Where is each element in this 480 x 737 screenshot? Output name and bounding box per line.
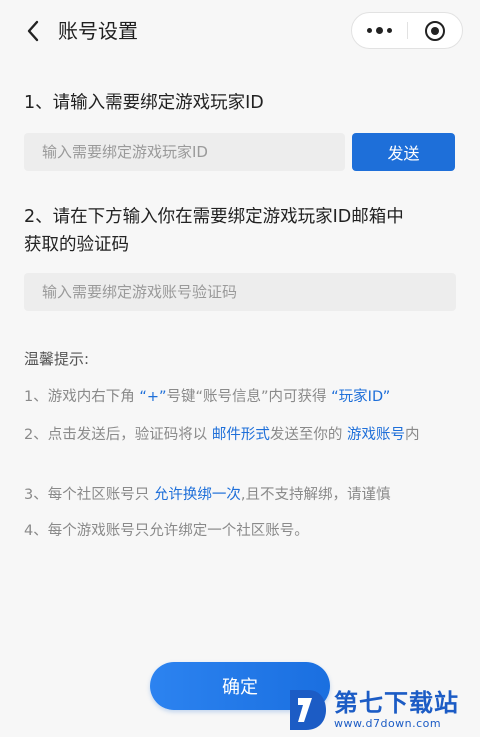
tip-highlight: 游戏账号: [346, 427, 405, 443]
d7-logo-icon: [290, 690, 326, 730]
tip-text: 3、每个社区账号只: [24, 487, 154, 503]
tip-text: 1、游戏内右下角: [24, 389, 140, 405]
tip-highlight: 邮件形式: [211, 427, 270, 443]
nav-bar: 账号设置: [0, 0, 480, 62]
send-button[interactable]: 发送: [352, 133, 455, 171]
more-button[interactable]: [352, 13, 407, 48]
more-dots-icon: [366, 27, 392, 34]
verification-code-input[interactable]: [24, 273, 456, 311]
tip-highlight: “+”: [139, 389, 167, 405]
player-id-input[interactable]: [24, 133, 345, 171]
tip-text: 号键“账号信息”内可获得: [166, 389, 332, 405]
mini-program-capsule: [351, 12, 463, 49]
tip-highlight: 允许换绑一次: [153, 487, 241, 503]
tip-3: 3、每个社区账号只 允许换绑一次,且不支持解绑，请谨慎: [24, 482, 456, 508]
step2-title-line1: 2、请在下方输入你在需要绑定游戏玩家ID邮箱中: [24, 207, 404, 227]
watermark-url: www.d7down.com: [334, 717, 442, 730]
tip-2: 2、点击发送后，验证码将以 邮件形式发送至你的 游戏账号内: [24, 422, 456, 448]
step1-title: 1、请输入需要绑定游戏玩家ID: [24, 93, 264, 113]
step2-title-line2: 获取的验证码: [24, 235, 129, 255]
tip-text: ,且不支持解绑，请谨慎: [240, 487, 391, 503]
tip-4: 4、每个游戏账号只允许绑定一个社区账号。: [24, 523, 309, 539]
tip-text: 内: [404, 427, 420, 443]
page-title: 账号设置: [58, 19, 138, 43]
chevron-left-icon: [27, 20, 39, 42]
close-miniprogram-button[interactable]: [408, 13, 463, 48]
tip-text: 发送至你的: [269, 427, 347, 443]
tip-1: 1、游戏内右下角 “+”号键“账号信息”内可获得 “玩家ID”: [24, 384, 456, 410]
tip-highlight: “玩家ID”: [331, 389, 391, 405]
watermark-name: 第七下载站: [334, 689, 459, 717]
target-circle-icon: [424, 20, 445, 41]
tips-title: 温馨提示:: [24, 350, 90, 368]
tip-text: 2、点击发送后，验证码将以: [24, 427, 212, 443]
back-button[interactable]: [16, 14, 50, 48]
site-watermark: 第七下载站 www.d7down.com: [286, 683, 480, 737]
